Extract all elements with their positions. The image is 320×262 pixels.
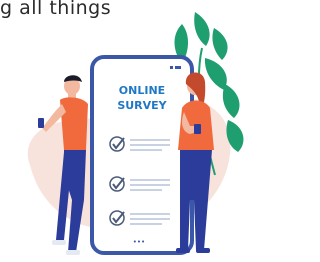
phone-in-hand-icon	[194, 124, 201, 134]
phone-dots: •••	[133, 238, 145, 246]
online-survey-illustration: ONLINE SURVEY •••	[27, 12, 244, 255]
survey-title-line-2: SURVEY	[117, 99, 167, 112]
status-bar-icon	[170, 66, 181, 69]
survey-title-line-1: ONLINE	[119, 84, 165, 97]
phone-in-hand-icon	[38, 118, 44, 128]
